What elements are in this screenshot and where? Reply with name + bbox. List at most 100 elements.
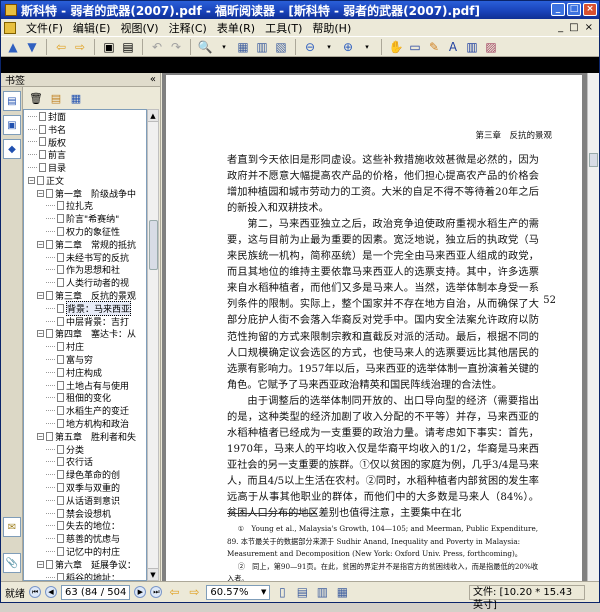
bookmark-item[interactable]: − 正文 xyxy=(24,174,146,187)
bookmark-item[interactable]: 禁会设想机 xyxy=(24,507,146,520)
layers-tab-icon[interactable]: ◆ xyxy=(3,139,21,159)
bookmark-item[interactable]: 封面 xyxy=(24,110,146,123)
bookmark-item[interactable]: − 第六章 延展争议： xyxy=(24,558,146,571)
bookmark-item[interactable]: 拉扎克 xyxy=(24,200,146,212)
expand-toggle-icon[interactable]: − xyxy=(28,176,35,184)
fit-page-icon[interactable]: ▦ xyxy=(235,39,251,55)
collapse-panel-button[interactable]: « xyxy=(150,74,156,85)
bookmark-item[interactable]: 书名 xyxy=(24,123,146,136)
single-page-icon[interactable]: ▯ xyxy=(274,584,290,600)
fit-width-icon[interactable]: ▥ xyxy=(254,39,270,55)
hand-tool-icon[interactable]: ✋ xyxy=(388,39,404,55)
dropdown-arrow-icon[interactable]: ▾ xyxy=(321,39,337,55)
bookmark-item[interactable]: 慈善的忧虑与 xyxy=(24,532,146,545)
typewriter-icon[interactable]: A xyxy=(445,39,461,55)
doc-menu-icon[interactable] xyxy=(4,21,16,34)
bookmarks-tab-icon[interactable]: ▤ xyxy=(3,91,21,111)
expand-toggle-icon[interactable]: − xyxy=(37,330,44,338)
menu-form[interactable]: 表单(R) xyxy=(217,20,255,36)
menu-tools[interactable]: 工具(T) xyxy=(265,20,302,36)
bookmark-item[interactable]: 权力的象征性 xyxy=(24,225,146,238)
back-icon[interactable]: ⇦ xyxy=(53,39,69,55)
bookmark-item[interactable]: 租佃的变化 xyxy=(24,392,146,404)
page-down-icon[interactable]: ▼ xyxy=(24,39,40,55)
bookmark-item[interactable]: 阶言"希赛纳" xyxy=(24,212,146,225)
attachments-tab-icon[interactable]: 📎 xyxy=(3,553,21,573)
bookmark-item[interactable]: 从话语到意识 xyxy=(24,494,146,507)
bookmark-item[interactable]: 目录 xyxy=(24,161,146,174)
expand-toggle-icon[interactable]: − xyxy=(37,189,44,197)
bookmark-item[interactable]: 农行话 xyxy=(24,456,146,468)
bookmark-item[interactable]: 失去的地位： xyxy=(24,520,146,532)
first-page-icon[interactable]: ⏮ xyxy=(29,586,41,598)
pencil-icon[interactable]: ✎ xyxy=(426,39,442,55)
redo-icon[interactable]: ↷ xyxy=(168,39,184,55)
bookmark-item[interactable]: − 第四章 塞达卡：从 xyxy=(24,328,146,340)
nav-forward-icon[interactable]: ⇨ xyxy=(186,584,202,600)
expand-toggle-icon[interactable]: − xyxy=(37,240,44,248)
bookmark-item[interactable]: 村庄构成 xyxy=(24,366,146,379)
maximize-button[interactable]: □ xyxy=(567,3,581,16)
menu-view[interactable]: 视图(V) xyxy=(120,20,158,36)
scroll-down-arrow-icon[interactable]: ▼ xyxy=(148,568,158,580)
pages-tab-icon[interactable]: ▣ xyxy=(3,115,21,135)
book-icon[interactable]: ▥ xyxy=(464,39,480,55)
menu-edit[interactable]: 编辑(E) xyxy=(73,20,111,36)
last-page-icon[interactable]: ⏭ xyxy=(150,586,163,598)
new-bookmark-icon[interactable]: ▦ xyxy=(69,91,83,105)
nav-back-icon[interactable]: ⇦ xyxy=(166,584,182,600)
doc-close-button[interactable]: × xyxy=(585,22,593,33)
prev-page-icon[interactable]: ◀ xyxy=(45,586,57,598)
bookmark-item[interactable]: 双季与双重的 xyxy=(24,481,146,494)
doc-restore-button[interactable]: □ xyxy=(569,22,578,33)
delete-bookmark-icon[interactable]: 🗑 xyxy=(29,91,43,105)
close-button[interactable]: × xyxy=(583,3,597,16)
actual-size-icon[interactable]: ▧ xyxy=(273,39,289,55)
bookmark-item[interactable]: 中层背景：吉打 xyxy=(24,315,146,328)
bookmark-item[interactable]: 土地占有与使用 xyxy=(24,379,146,392)
menu-help[interactable]: 帮助(H) xyxy=(312,20,351,36)
bookmark-item[interactable]: 稻谷的地址： xyxy=(24,571,146,580)
zoom-out-icon[interactable]: ⊖ xyxy=(302,39,318,55)
zoom-select[interactable]: 60.57% ▼ xyxy=(206,584,271,600)
page-up-icon[interactable]: ▲ xyxy=(5,39,21,55)
bookmark-item[interactable]: 分类 xyxy=(24,443,146,456)
expand-toggle-icon[interactable]: − xyxy=(37,292,44,300)
forward-icon[interactable]: ⇨ xyxy=(72,39,88,55)
zoom-in-icon[interactable]: ⊕ xyxy=(340,39,356,55)
bookmark-item[interactable]: 富与穷 xyxy=(24,353,146,366)
bookmark-item[interactable]: 前言 xyxy=(24,148,146,161)
zoom-tool-icon[interactable]: 🔍 xyxy=(197,39,213,55)
image-icon[interactable]: ▨ xyxy=(483,39,499,55)
continuous-facing-icon[interactable]: ▦ xyxy=(334,584,350,600)
expand-toggle-icon[interactable]: − xyxy=(37,432,44,440)
menu-file[interactable]: 文件(F) xyxy=(26,20,63,36)
bookmark-item[interactable]: 村庄 xyxy=(24,340,146,353)
bookmark-item[interactable]: 背景：马来西亚 xyxy=(24,300,146,316)
viewer-scrollbar[interactable] xyxy=(587,73,599,581)
title-bar[interactable]: 斯科特 - 弱者的武器(2007).pdf - 福昕阅读器 - [斯科特 - 弱… xyxy=(1,1,599,19)
expand-toggle-icon[interactable]: − xyxy=(37,560,44,568)
comments-tab-icon[interactable]: ✉ xyxy=(3,517,21,537)
paste-icon[interactable]: ▤ xyxy=(120,39,136,55)
copy-icon[interactable]: ▣ xyxy=(101,39,117,55)
next-page-icon[interactable]: ▶ xyxy=(134,586,147,598)
expand-bookmark-icon[interactable]: ▤ xyxy=(49,91,63,105)
viewer-scroll-thumb[interactable] xyxy=(589,153,598,167)
document-viewer[interactable]: 第三章 反抗的景观 者直到今天依旧是形同虚设。这些补救措施收效甚微是必然的，因为… xyxy=(162,73,599,581)
doc-minimize-button[interactable]: _ xyxy=(558,22,563,33)
dropdown-arrow-icon[interactable]: ▾ xyxy=(359,39,375,55)
continuous-icon[interactable]: ▤ xyxy=(294,584,310,600)
bookmark-item[interactable]: − 第一章 阶级战争中 xyxy=(24,187,146,200)
bookmark-item[interactable]: − 第五章 胜利者和失 xyxy=(24,430,146,443)
facing-icon[interactable]: ▥ xyxy=(314,584,330,600)
bookmark-item[interactable]: 未经书写的反抗 xyxy=(24,251,146,264)
minimize-button[interactable]: _ xyxy=(551,3,565,16)
bookmark-item[interactable]: 水稻生产的变迁 xyxy=(24,404,146,417)
menu-comment[interactable]: 注释(C) xyxy=(169,20,207,36)
bookmark-item[interactable]: 绿色革命的创 xyxy=(24,468,146,481)
bookmark-item[interactable]: 记忆中的村庄 xyxy=(24,545,146,558)
text-select-icon[interactable]: ▭ xyxy=(407,39,423,55)
bookmark-item[interactable]: 版权 xyxy=(24,136,146,149)
undo-icon[interactable]: ↶ xyxy=(149,39,165,55)
